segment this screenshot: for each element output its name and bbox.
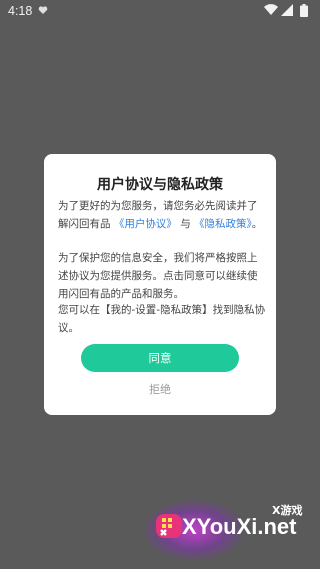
status-time: 4:18: [8, 4, 33, 18]
intro-paragraph: 为了更好的为您服务，请您务必先阅读并了解闪回有品 《用户协议》 与 《隐私政策》…: [58, 197, 266, 233]
agree-button[interactable]: 同意: [81, 344, 239, 372]
privacy-policy-link[interactable]: 《隐私政策》: [194, 218, 252, 230]
signal-icon: [281, 4, 293, 16]
reject-button[interactable]: 拒绝: [44, 381, 276, 397]
watermark-brand: XYouXi.net: [182, 514, 297, 539]
status-bar: 4:18: [0, 0, 320, 22]
user-agreement-link[interactable]: 《用户协议》: [114, 218, 177, 230]
and-text: 与: [180, 218, 191, 230]
wifi-icon: [264, 4, 278, 16]
battery-icon: [300, 4, 308, 17]
watermark: X游戏 XYouXi.net: [144, 488, 320, 560]
privacy-dialog: 用户协议与隐私政策 为了更好的为您服务，请您务必先阅读并了解闪回有品 《用户协议…: [44, 154, 276, 415]
settings-hint-paragraph: 您可以在【我的-设置-隐私政策】找到隐私协议。: [58, 304, 266, 334]
heart-icon: [38, 6, 48, 14]
security-paragraph: 为了保护您的信息安全，我们将严格按照上述协议为您提供服务。点击同意可以继续使用闪…: [58, 252, 258, 300]
dialog-title: 用户协议与隐私政策: [97, 177, 223, 193]
intro-end: 。: [251, 218, 263, 230]
